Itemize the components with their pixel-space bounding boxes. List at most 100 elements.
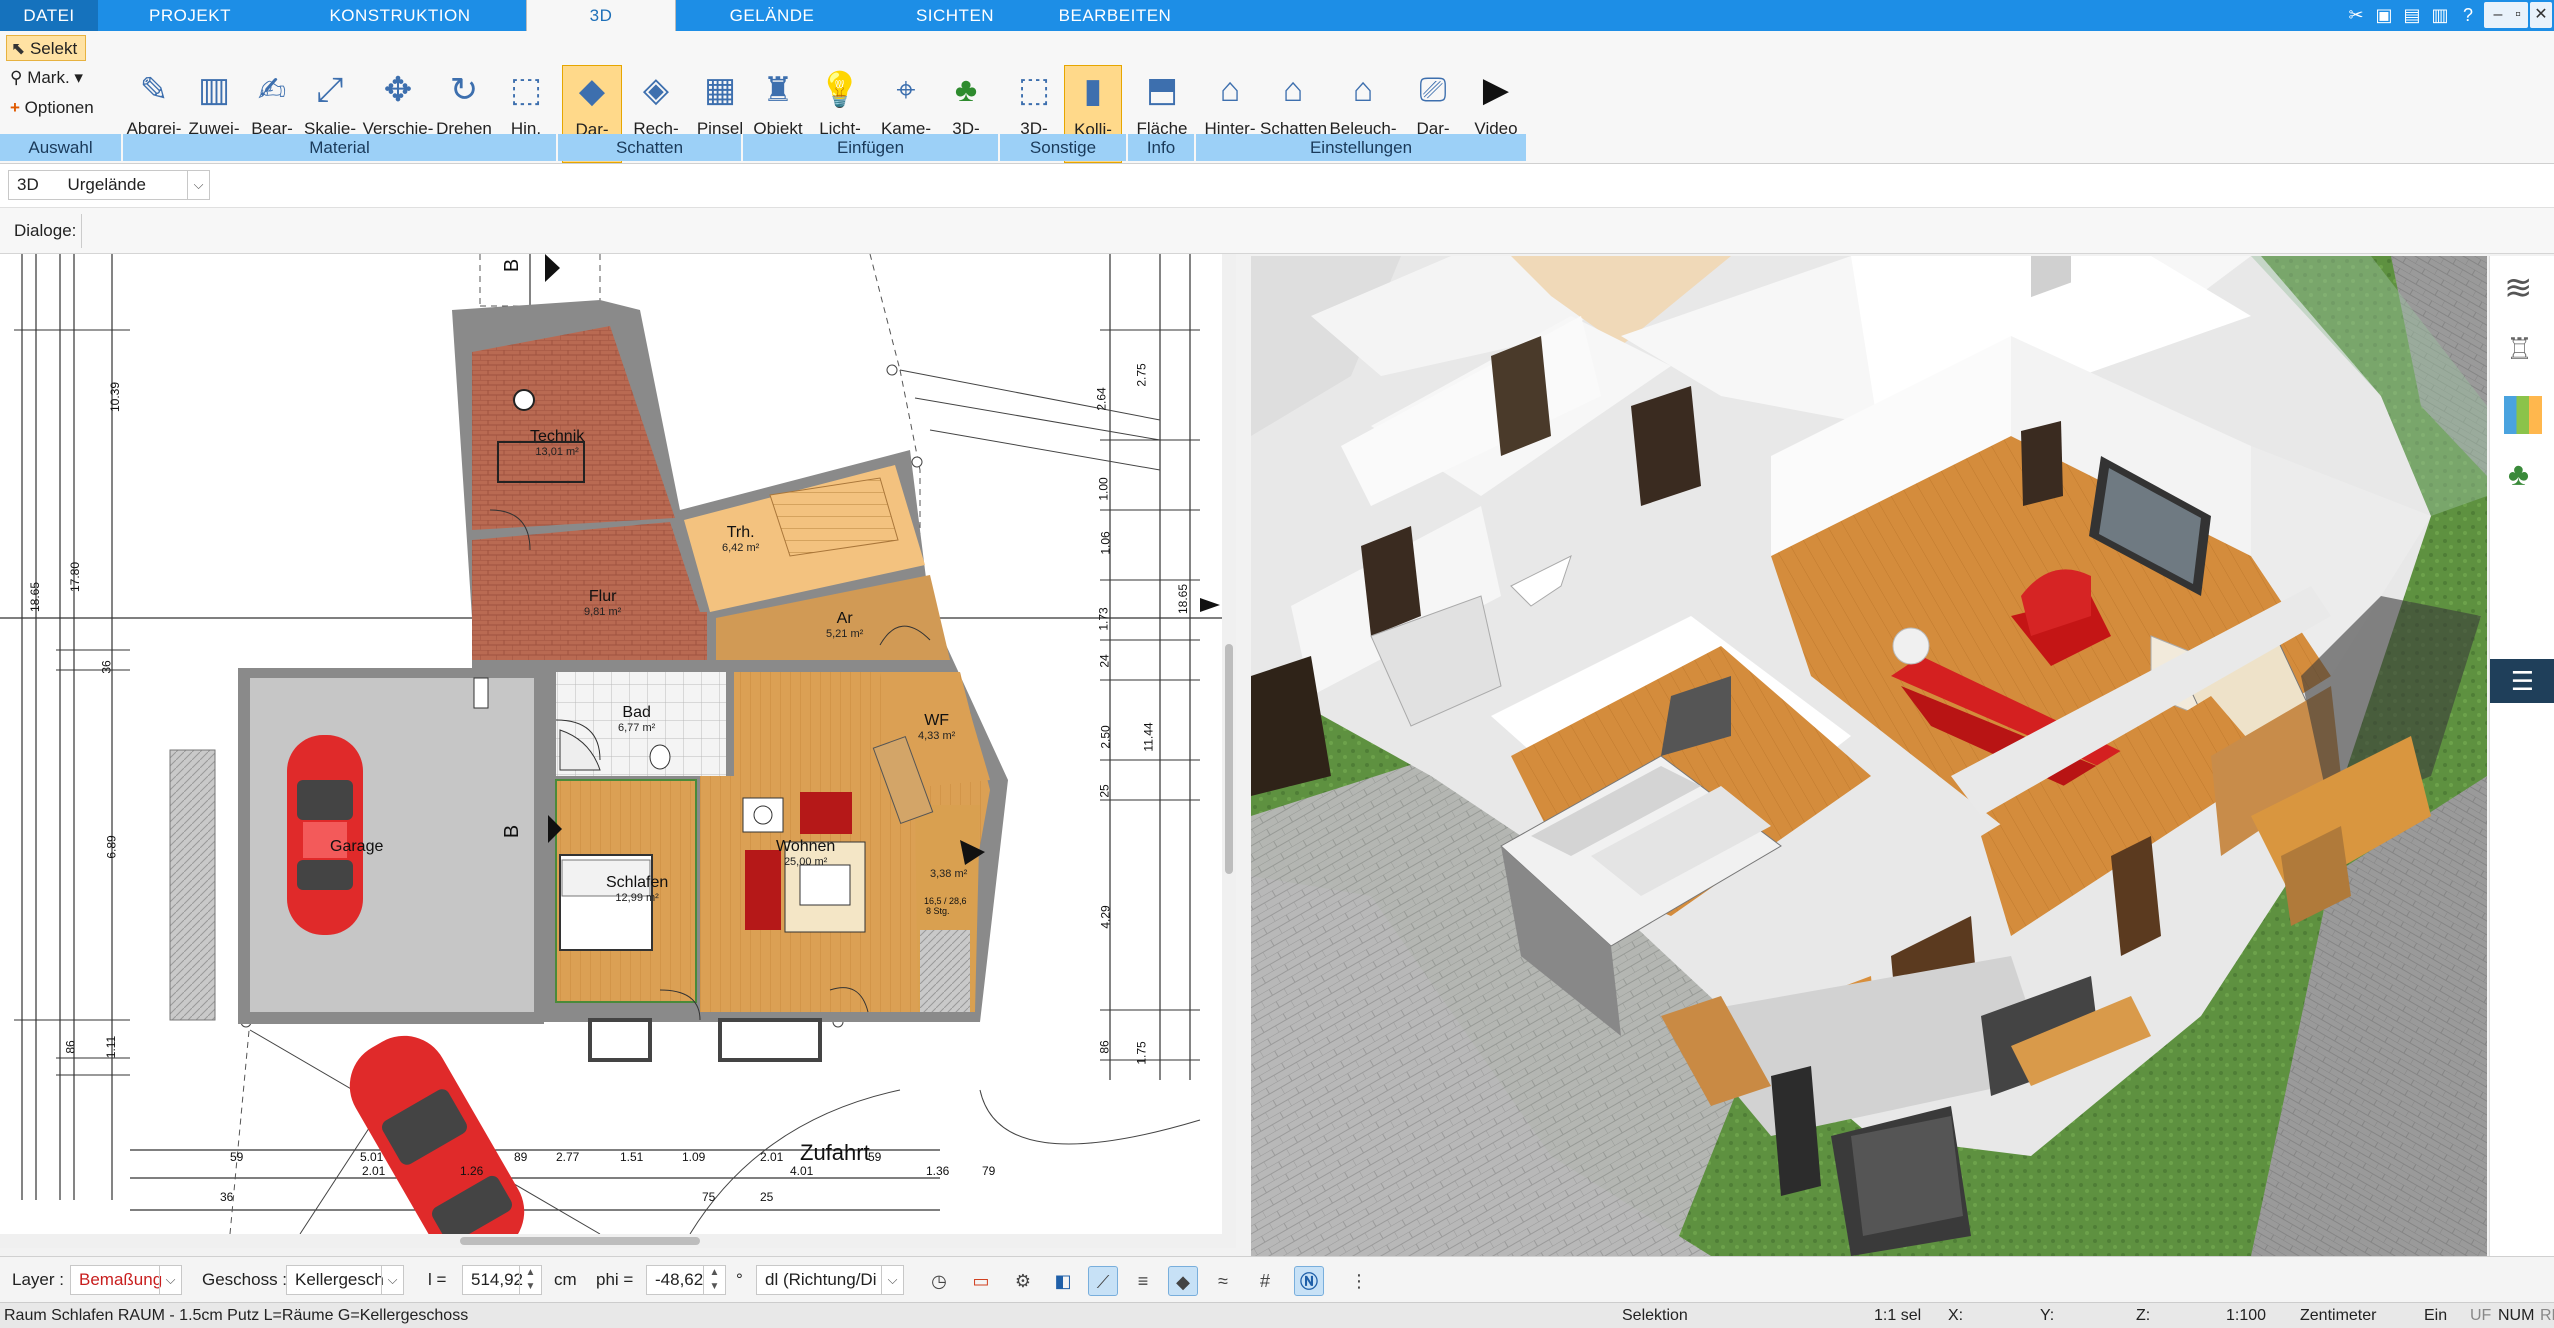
tab-bearbeiten[interactable]: BEARBEITEN bbox=[1050, 0, 1180, 31]
length-label: l = bbox=[428, 1270, 447, 1289]
stepper-icon[interactable]: ▲ ▼ bbox=[703, 1266, 725, 1294]
plants-icon[interactable]: ♣ bbox=[2508, 456, 2529, 493]
dl-select[interactable]: dl (Richtung/Di ⌵ bbox=[756, 1265, 904, 1295]
room-label[interactable]: Technik 13,01 m² bbox=[530, 428, 584, 458]
scroll-thumb[interactable] bbox=[1225, 644, 1233, 874]
selekt-label: Selekt bbox=[29, 39, 78, 58]
chevron-down-icon[interactable]: ⌵ bbox=[381, 1266, 403, 1294]
wall-icon[interactable]: ≡ bbox=[1128, 1266, 1158, 1296]
save-icon[interactable]: ▤ bbox=[2400, 3, 2424, 27]
room-label[interactable]: Wohnen 25,00 m² bbox=[776, 838, 835, 868]
tab-sichten[interactable]: SICHTEN bbox=[900, 0, 1010, 31]
room-label[interactable]: Schlafen 12,99 m² bbox=[606, 874, 668, 904]
dimension-label: 2.01 bbox=[760, 1150, 784, 1164]
room-label[interactable]: Bad 6,77 m² bbox=[618, 704, 655, 734]
terrain-select[interactable]: 3D Urgelände ⌵ bbox=[8, 170, 210, 200]
tab-projekt[interactable]: PROJEKT bbox=[130, 0, 250, 31]
layers-stack-icon[interactable]: ◧ bbox=[1048, 1266, 1078, 1296]
ribbon-tab-bar: DATEI PROJEKT KONSTRUKTION 3D GELÄNDE SI… bbox=[0, 0, 2554, 32]
angle-icon[interactable]: ⟋ bbox=[1088, 1266, 1118, 1296]
room-label[interactable]: Flur 9,81 m² bbox=[584, 588, 621, 618]
fläche-icon: ⬒ bbox=[1145, 71, 1179, 109]
3d-view[interactable] bbox=[1251, 256, 2487, 1256]
geschoss-select[interactable]: Kellergesch ⌵ bbox=[286, 1265, 404, 1295]
dimension-label: 2.75 bbox=[1134, 363, 1149, 387]
car-garage bbox=[287, 735, 363, 935]
terrain-value: Urgelände bbox=[67, 175, 146, 194]
stepper-icon[interactable]: ▲ ▼ bbox=[519, 1266, 541, 1294]
chevron-down-icon[interactable]: ⌵ bbox=[187, 171, 209, 199]
monitor-icon[interactable]: ▭ bbox=[966, 1266, 996, 1296]
optionen-label: Optionen bbox=[24, 98, 94, 117]
section-mark-label: B bbox=[501, 824, 524, 839]
plan-horizontal-scrollbar[interactable] bbox=[0, 1234, 1236, 1248]
close-icon[interactable]: ✕ bbox=[2530, 2, 2552, 28]
floor-plan-drawing[interactable] bbox=[0, 254, 1236, 1234]
materials-icon[interactable] bbox=[2504, 396, 2542, 434]
furniture-icon[interactable]: ♖ bbox=[2506, 332, 2533, 367]
room-area: 4,33 m² bbox=[918, 730, 956, 742]
dimension-label: 25 bbox=[760, 1190, 774, 1204]
layers-icon[interactable]: ≋ bbox=[2504, 268, 2533, 308]
room-name: Wohnen bbox=[776, 838, 836, 855]
tab-konstruktion[interactable]: KONSTRUKTION bbox=[320, 0, 480, 31]
dimension-label: 18.65 bbox=[1176, 583, 1191, 615]
degree-label: ° bbox=[736, 1270, 743, 1289]
chevron-down-icon[interactable]: ⌵ bbox=[159, 1266, 181, 1294]
room-name: Trh. bbox=[726, 524, 755, 541]
layer-select[interactable]: Bemaßung ⌵ bbox=[70, 1265, 182, 1295]
stair-label: 16,5 / 28,6 bbox=[924, 896, 967, 906]
layer-value: Bemaßung bbox=[79, 1270, 163, 1289]
status-y: Y: bbox=[2040, 1307, 2055, 1324]
snap-icon[interactable]: ⚙ bbox=[1008, 1266, 1038, 1296]
status-text: Raum Schlafen RAUM - 1.5cm Putz L=Räume … bbox=[4, 1307, 469, 1324]
north-icon[interactable]: Ⓝ bbox=[1294, 1266, 1324, 1296]
geschoss-label: Geschoss : bbox=[202, 1270, 288, 1289]
folder-icon[interactable]: ▣ bbox=[2372, 3, 2396, 27]
room-label[interactable]: WF 4,33 m² bbox=[918, 712, 955, 742]
scroll-thumb[interactable] bbox=[460, 1237, 700, 1245]
clock-icon[interactable]: ◷ bbox=[924, 1266, 954, 1296]
chevron-down-icon[interactable]: ⌵ bbox=[881, 1266, 903, 1294]
selekt-button[interactable]: ⬉ Selekt bbox=[6, 35, 86, 61]
print-icon[interactable]: ▥ bbox=[2428, 3, 2452, 27]
menu-icon[interactable]: ☰ bbox=[2490, 659, 2554, 703]
unit-label: cm bbox=[554, 1270, 577, 1289]
kolli-sion-icon: ▮ bbox=[1083, 72, 1103, 110]
optionen-button[interactable]: + Optionen bbox=[6, 95, 94, 121]
dimension-label: 75 bbox=[702, 1190, 716, 1204]
status-unit: Zentimeter bbox=[2300, 1307, 2377, 1324]
tools-icon[interactable]: ✂ bbox=[2344, 3, 2368, 27]
tab-3d[interactable]: 3D bbox=[526, 0, 676, 32]
plane-icon[interactable]: ◆ bbox=[1168, 1266, 1198, 1296]
terrain-icon[interactable]: ≈ bbox=[1208, 1266, 1238, 1296]
room-label[interactable]: Trh. 6,42 m² bbox=[722, 524, 759, 554]
skalie-ren-icon: ⤢ bbox=[316, 71, 344, 109]
help-icon[interactable]: ? bbox=[2456, 3, 2480, 27]
mark-button[interactable]: ⚲ Mark. ▾ bbox=[6, 65, 83, 91]
more-icon[interactable]: ⋮ bbox=[1344, 1266, 1374, 1296]
plan-vertical-scrollbar[interactable] bbox=[1222, 254, 1236, 1234]
room-label[interactable]: 3,38 m² bbox=[930, 868, 967, 880]
dimension-label: 36 bbox=[99, 660, 114, 674]
room-label[interactable]: Garage bbox=[330, 838, 383, 856]
floor-plan-view[interactable]: Technik 13,01 m² Trh. 6,42 m² Flur 9,81 m² Ar 5… bbox=[0, 254, 1236, 1234]
restore-icon[interactable]: ▫ bbox=[2508, 2, 2528, 28]
group-auswahl: Auswahl bbox=[0, 134, 123, 161]
room-label[interactable]: Ar 5,21 m² bbox=[826, 610, 863, 640]
dimension-label: 18.65 bbox=[28, 581, 43, 613]
dimension-label: 1.11 bbox=[104, 1035, 119, 1059]
room-area: 6,77 m² bbox=[618, 722, 656, 734]
status-uf: UF bbox=[2470, 1307, 2492, 1324]
dimension-label: 1.00 bbox=[1096, 477, 1111, 501]
grid-icon[interactable]: # bbox=[1250, 1266, 1280, 1296]
dimension-label: 1.26 bbox=[460, 1164, 484, 1178]
status-bar: Raum Schlafen RAUM - 1.5cm Putz L=Räume … bbox=[0, 1302, 2554, 1328]
zuwei-sen-icon: ▥ bbox=[197, 71, 231, 109]
dar-stellen-icon: ◆ bbox=[578, 72, 606, 110]
tab-gelaende[interactable]: GELÄNDE bbox=[712, 0, 832, 31]
length-input[interactable]: 514,92 ▲ ▼ bbox=[462, 1265, 542, 1295]
phi-input[interactable]: -48,62 ▲ ▼ bbox=[646, 1265, 726, 1295]
tab-datei[interactable]: DATEI bbox=[0, 0, 98, 31]
dimension-label: 25 bbox=[1097, 784, 1112, 798]
